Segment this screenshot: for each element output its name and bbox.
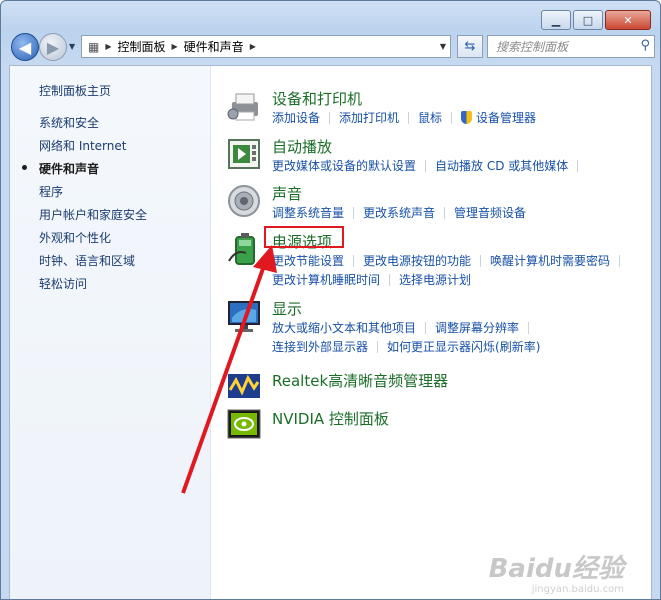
watermark-url: jingyan.baidu.com <box>531 584 624 595</box>
control-panel-window: ▁ □ ✕ ◀ ▶ ▼ ▦ ▶ 控制面板 ▶ 硬件和声音 ▶ ▼ ⇆ ⚲ 控制面… <box>0 0 661 600</box>
watermark-logo: Baidu经验 <box>488 554 624 584</box>
annotation-arrow-icon <box>181 245 277 494</box>
